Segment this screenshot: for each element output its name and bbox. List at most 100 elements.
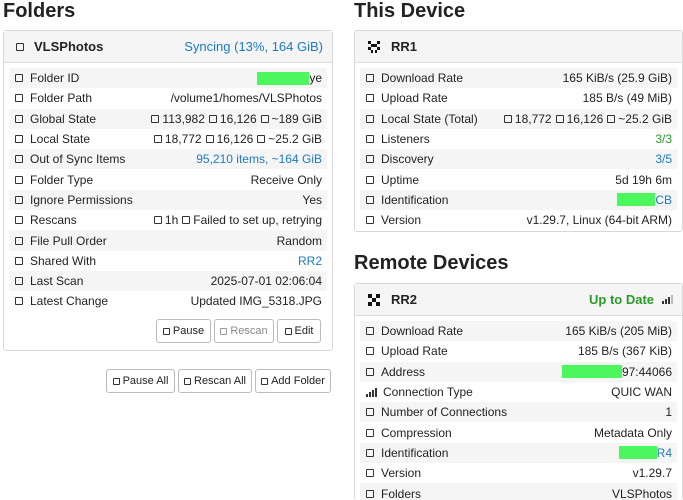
listeners-link[interactable]: 3/3 — [655, 132, 672, 146]
this-device-header[interactable]: RR1 — [355, 31, 682, 63]
remote-device-name: RR2 — [391, 292, 418, 307]
edit-button[interactable]: Edit — [277, 319, 321, 343]
folder-row-type: Folder Type Receive Only — [9, 169, 327, 189]
clock-icon — [366, 175, 374, 184]
device-row-download: Download Rate 165 KiB/s (25.9 GiB) — [360, 68, 677, 89]
folder-row-latest-change: Latest Change Updated IMG_5318.JPG — [9, 291, 327, 311]
rescan-button[interactable]: Rescan — [214, 319, 274, 343]
identicon-icon — [368, 40, 380, 53]
folder-icon — [555, 114, 564, 123]
cloud-download-icon — [366, 327, 374, 336]
folder-panel-header[interactable]: VLSPhotos Syncing (13%, 164 GiB) — [4, 31, 332, 63]
folder-name: VLSPhotos — [34, 39, 104, 54]
remote-row-version: Version v1.29.7 — [360, 463, 677, 483]
remote-row-download: Download Rate 165 KiB/s (205 MiB) — [360, 321, 677, 342]
shared-device-link[interactable]: RR2 — [298, 254, 322, 268]
tag-icon — [366, 469, 374, 478]
id-icon — [15, 74, 23, 83]
identicon-icon — [368, 293, 380, 306]
folder-row-id: Folder ID ye — [9, 68, 327, 89]
folder-row-ignore-permissions: Ignore Permissions Yes — [9, 189, 327, 211]
pencil-icon — [284, 327, 292, 335]
remote-row-upload: Upload Rate 185 B/s (367 KiB) — [360, 341, 677, 361]
folder-sync-status: Syncing (13%, 164 GiB) — [184, 39, 323, 54]
folder-icon — [208, 114, 217, 123]
folder-row-last-scan: Last Scan 2025-07-01 02:06:04 — [9, 270, 327, 292]
qrcode-icon — [366, 448, 374, 457]
remote-device-panel: RR2 Up to Date Download Rate 165 KiB/s (… — [354, 283, 683, 500]
network-icon — [366, 408, 374, 417]
cloud-download-icon — [366, 74, 374, 83]
out-of-sync-link[interactable]: 95,210 items, ~164 GiB — [196, 152, 322, 166]
rescan-all-button[interactable]: Rescan All — [178, 369, 252, 393]
this-device-heading: This Device — [354, 0, 466, 22]
folder-open-icon — [15, 94, 23, 103]
hdd-icon — [257, 135, 266, 144]
remote-row-identification: Identification R4 — [360, 442, 677, 464]
home-icon — [366, 114, 374, 123]
folder-row-shared-with: Shared With RR2 — [9, 251, 327, 271]
folder-panel: VLSPhotos Syncing (13%, 164 GiB) Folder … — [3, 30, 333, 351]
eye-icon — [182, 216, 191, 225]
plus-icon — [261, 377, 269, 385]
folders-heading: Folders — [3, 0, 76, 22]
folder-row-local-state: Local State 18,772 16,126 ~25.2 GiB — [9, 129, 327, 149]
remote-device-header[interactable]: RR2 Up to Date — [355, 284, 682, 316]
signal-bars-icon — [662, 295, 673, 304]
folder-row-pull-order: File Pull Order Random — [9, 230, 327, 251]
pause-button[interactable]: Pause — [156, 319, 211, 343]
remote-id-link[interactable]: R4 — [618, 446, 672, 460]
folder-icon — [205, 135, 214, 144]
redaction — [561, 365, 622, 379]
folder-row-path: Folder Path /volume1/homes/VLSPhotos — [9, 88, 327, 108]
device-row-version: Version v1.29.7, Linux (64-bit ARM) — [360, 210, 677, 230]
folder-icon — [366, 489, 374, 498]
remote-row-address: Address 97:44066 — [360, 361, 677, 382]
cloud-upload-icon — [366, 94, 374, 103]
tag-icon — [366, 216, 374, 225]
refresh-icon — [220, 327, 228, 335]
file-icon — [153, 135, 162, 144]
signal-icon — [366, 155, 374, 164]
clock-icon — [153, 216, 162, 225]
home-icon — [15, 135, 23, 144]
device-row-identification: Identification CB — [360, 189, 677, 211]
remote-device-status: Up to Date — [589, 292, 654, 307]
add-folder-button[interactable]: Add Folder — [255, 369, 331, 393]
folder-row-out-of-sync: Out of Sync Items 95,210 items, ~164 GiB — [9, 149, 327, 170]
remote-row-compression: Compression Metadata Only — [360, 422, 677, 442]
redaction — [257, 71, 310, 85]
sort-icon — [15, 236, 23, 245]
folder-row-global-state: Global State 113,982 16,126 ~189 GiB — [9, 108, 327, 129]
file-icon — [503, 114, 512, 123]
cloud-download-icon — [15, 155, 23, 164]
folder-row-rescans: Rescans 1h Failed to set up, retrying — [9, 210, 327, 230]
sitemap-icon — [366, 135, 374, 144]
globe-icon — [15, 114, 23, 123]
device-id-link[interactable]: CB — [617, 193, 672, 207]
redaction — [618, 446, 657, 460]
this-device-name: RR1 — [391, 39, 418, 54]
this-device-panel: RR1 Download Rate 165 KiB/s (25.9 GiB) U… — [354, 30, 683, 232]
hdd-icon — [607, 114, 616, 123]
pause-all-button[interactable]: Pause All — [106, 369, 175, 393]
remote-row-connections: Number of Connections 1 — [360, 402, 677, 423]
exchange-icon — [15, 297, 23, 306]
discovery-link[interactable]: 3/5 — [655, 152, 672, 166]
remote-row-folders: Folders VLSPhotos — [360, 483, 677, 500]
device-row-discovery: Discovery 3/5 — [360, 149, 677, 170]
device-row-listeners: Listeners 3/3 — [360, 129, 677, 149]
qrcode-icon — [366, 195, 374, 204]
hdd-icon — [260, 114, 269, 123]
compress-icon — [366, 428, 374, 437]
device-row-uptime: Uptime 5d 19h 6m — [360, 169, 677, 189]
refresh-icon — [184, 377, 191, 385]
type-icon — [15, 175, 23, 184]
lock-icon — [15, 195, 23, 204]
device-row-local-state: Local State (Total) 18,772 16,126 ~25.2 … — [360, 108, 677, 129]
redaction — [617, 193, 656, 207]
calendar-icon — [15, 277, 23, 286]
file-icon — [151, 114, 160, 123]
pause-icon — [162, 327, 170, 335]
pause-icon — [112, 377, 120, 385]
